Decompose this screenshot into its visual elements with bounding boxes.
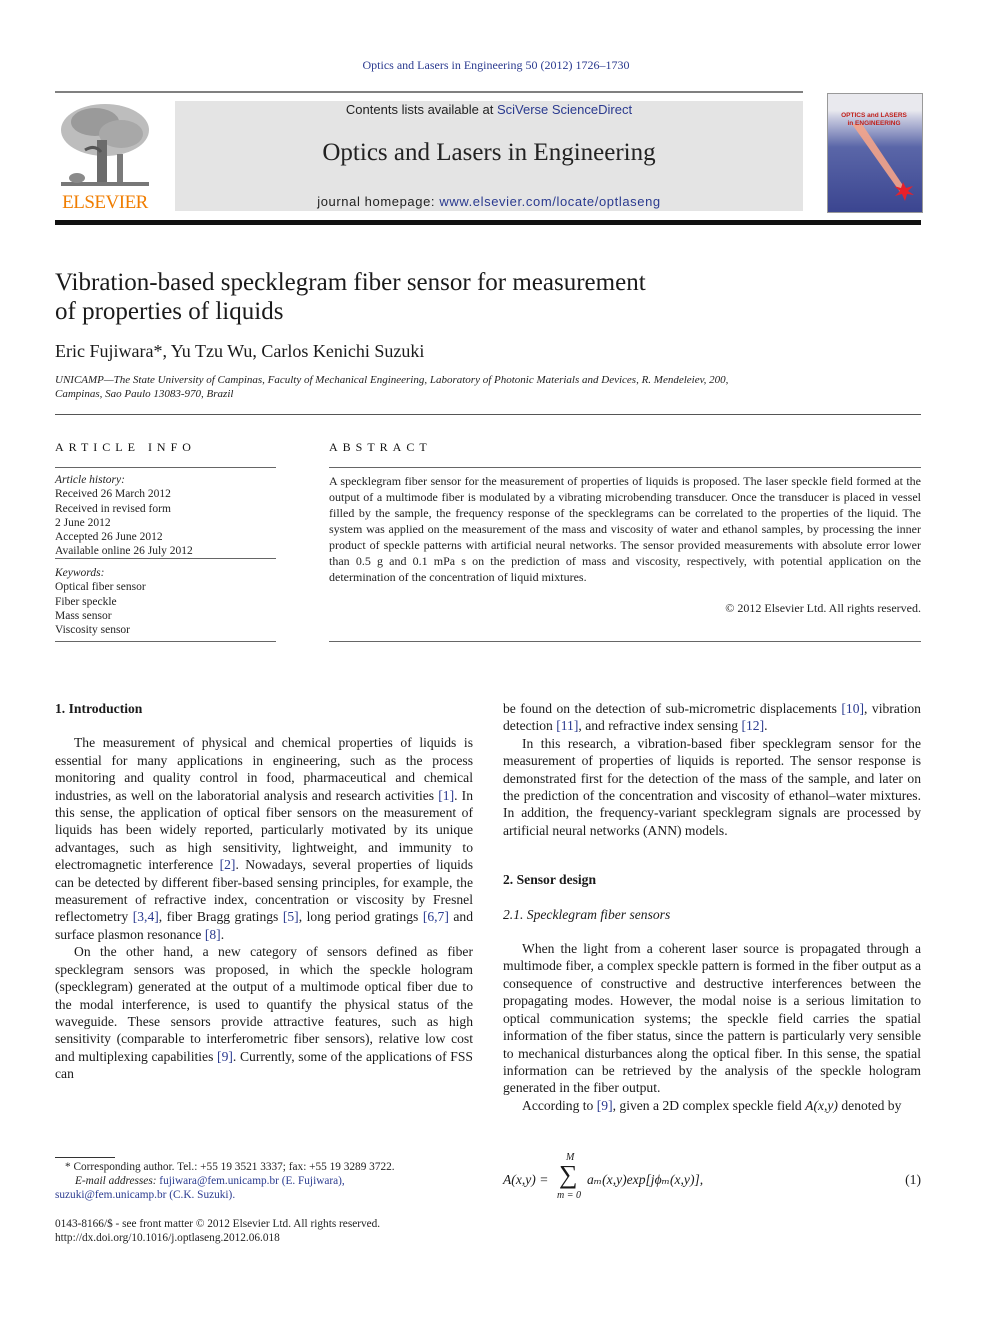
citation-link[interactable]: [2] (220, 857, 236, 872)
keyword-item: Mass sensor (55, 609, 112, 622)
paragraph: In this research, a vibration-based fibe… (503, 735, 921, 838)
front-matter-line: 0143-8166/$ - see front matter © 2012 El… (55, 1218, 381, 1230)
citation-link[interactable]: [6,7] (423, 909, 449, 924)
footnote-rule (55, 1157, 115, 1158)
history-rule (55, 558, 276, 559)
keywords: Keywords: Optical fiber sensor Fiber spe… (55, 566, 146, 637)
text-run: be found on the detection of sub-microme… (503, 701, 842, 716)
text-run: , and refractive index sensing (578, 718, 742, 734)
cover-title-line1: OPTICS and LASERS (841, 112, 907, 119)
article-info-heading: ARTICLE INFO (55, 440, 196, 454)
running-head[interactable]: Optics and Lasers in Engineering 50 (201… (0, 58, 992, 73)
paragraph: On the other hand, a new category of sen… (55, 943, 473, 1082)
history-item: Received in revised form (55, 502, 171, 515)
contents-prefix: Contents lists available at (345, 102, 497, 117)
text-run: The measurement of physical and chemical… (55, 735, 473, 803)
citation-link[interactable]: [11] (556, 718, 578, 733)
email-label: E-mail addresses: (75, 1175, 157, 1187)
citation-link[interactable]: [8] (205, 927, 221, 942)
text-run: , long period gratings (298, 909, 423, 925)
summation-icon: ∑ (559, 1160, 578, 1189)
history-item: Accepted 26 June 2012 (55, 531, 163, 544)
article-title-line2: of properties of liquids (55, 298, 284, 325)
citation-link[interactable]: [5] (283, 909, 299, 924)
keyword-item: Fiber speckle (55, 595, 117, 608)
paragraph: According to [9], given a 2D complex spe… (503, 1097, 921, 1114)
keyword-item: Viscosity sensor (55, 624, 131, 637)
body-column-left: 1. Introduction The measurement of physi… (55, 700, 473, 1083)
contents-line: Contents lists available at SciVerse Sci… (175, 102, 803, 117)
equation-rhs: aₘ(x,y)exp[jϕₘ(x,y)], (587, 1172, 704, 1187)
text-run: . (220, 926, 225, 942)
affiliation-rule (55, 414, 921, 415)
math-variable: A(x,y) (805, 1097, 838, 1113)
journal-title: Optics and Lasers in Engineering (322, 139, 656, 166)
cover-title-line2: in ENGINEERING (847, 120, 901, 127)
body-column-right: be found on the detection of sub-microme… (503, 700, 921, 1114)
corresponding-author-note: * Corresponding author. Tel.: +55 19 352… (65, 1161, 395, 1173)
text-run: , given a 2D complex speckle field (612, 1097, 806, 1113)
citation-link[interactable]: [9] (217, 1049, 233, 1064)
homepage-prefix: journal homepage: (317, 194, 440, 209)
history-item: 2 June 2012 (55, 516, 111, 529)
text-run: denoted by (837, 1097, 902, 1113)
front-matter: 0143-8166/$ - see front matter © 2012 El… (55, 1217, 475, 1245)
abstract-bottom-rule (329, 641, 921, 642)
authors: Eric Fujiwara*, Yu Tzu Wu, Carlos Kenich… (55, 341, 425, 361)
abstract-top-rule (329, 467, 921, 468)
copyright: © 2012 Elsevier Ltd. All rights reserved… (725, 601, 921, 615)
citation-link[interactable]: [3,4] (133, 909, 159, 924)
keywords-label: Keywords: (55, 567, 105, 579)
citation-link[interactable]: [12] (741, 718, 764, 733)
journal-cover-image (827, 93, 923, 213)
citation-link[interactable]: [9] (597, 1098, 613, 1113)
affiliation-line2: Campinas, Sao Paulo 13083-970, Brazil (55, 388, 234, 400)
equation-1: A(x,y) = M ∑ m = 0 aₘ(x,y)exp[jϕₘ(x,y)],… (503, 1152, 921, 1204)
paragraph-continued: be found on the detection of sub-microme… (503, 700, 921, 735)
citation-link[interactable]: [1] (438, 788, 454, 803)
text-run: . (764, 718, 768, 734)
publisher-name: ELSEVIER (62, 192, 148, 213)
header-thick-rule (55, 220, 921, 225)
section-heading-introduction: 1. Introduction (55, 701, 143, 716)
affiliation: UNICAMP—The State University of Campinas… (55, 373, 815, 401)
homepage-line: journal homepage: www.elsevier.com/locat… (175, 194, 803, 209)
subsection-heading-specklegram: 2.1. Specklegram fiber sensors (503, 906, 671, 922)
text-run: On the other hand, a new category of sen… (55, 944, 473, 1064)
sum-lower-limit: m = 0 (557, 1190, 581, 1201)
paragraph: When the light from a coherent laser sou… (503, 941, 921, 1096)
email-note: E-mail addresses: fujiwara@fem.unicamp.b… (55, 1174, 475, 1188)
header-top-rule (55, 91, 803, 93)
equation-number: (1) (905, 1172, 921, 1187)
history-item: Available online 26 July 2012 (55, 545, 193, 558)
article-title-line1: Vibration-based specklegram fiber sensor… (55, 269, 646, 296)
journal-homepage-link[interactable]: www.elsevier.com/locate/optlaseng (439, 194, 660, 209)
history-label: Article history: (55, 474, 125, 486)
affiliation-line1: UNICAMP—The State University of Campinas… (55, 374, 729, 386)
abstract-text: A specklegram fiber sensor for the measu… (329, 474, 921, 584)
paragraph: The measurement of physical and chemical… (55, 734, 473, 943)
email-link[interactable]: fujiwara@fem.unicamp.br (E. Fujiwara), (156, 1175, 344, 1187)
keyword-item: Optical fiber sensor (55, 581, 146, 594)
equation-lhs: A(x,y) = (503, 1172, 549, 1187)
article-title: Vibration-based specklegram fiber sensor… (55, 268, 855, 326)
abstract-heading: ABSTRACT (329, 440, 432, 454)
article-history: Article history: Received 26 March 2012 … (55, 473, 193, 559)
footnotes: * Corresponding author. Tel.: +55 19 352… (55, 1160, 475, 1202)
citation-link[interactable]: [10] (841, 701, 864, 716)
keywords-rule (55, 641, 276, 642)
email-link[interactable]: suzuki@fem.unicamp.br (C.K. Suzuki). (55, 1188, 475, 1202)
doi-link[interactable]: http://dx.doi.org/10.1016/j.optlaseng.20… (55, 1231, 475, 1245)
article-info-rule (55, 467, 276, 468)
section-heading-sensor-design: 2. Sensor design (503, 872, 597, 888)
history-item: Received 26 March 2012 (55, 488, 171, 501)
cover-laser-beam-icon (852, 124, 906, 192)
text-run: According to (522, 1097, 597, 1113)
sciencedirect-link[interactable]: SciVerse ScienceDirect (497, 102, 632, 117)
text-run: , fiber Bragg gratings (158, 909, 283, 925)
